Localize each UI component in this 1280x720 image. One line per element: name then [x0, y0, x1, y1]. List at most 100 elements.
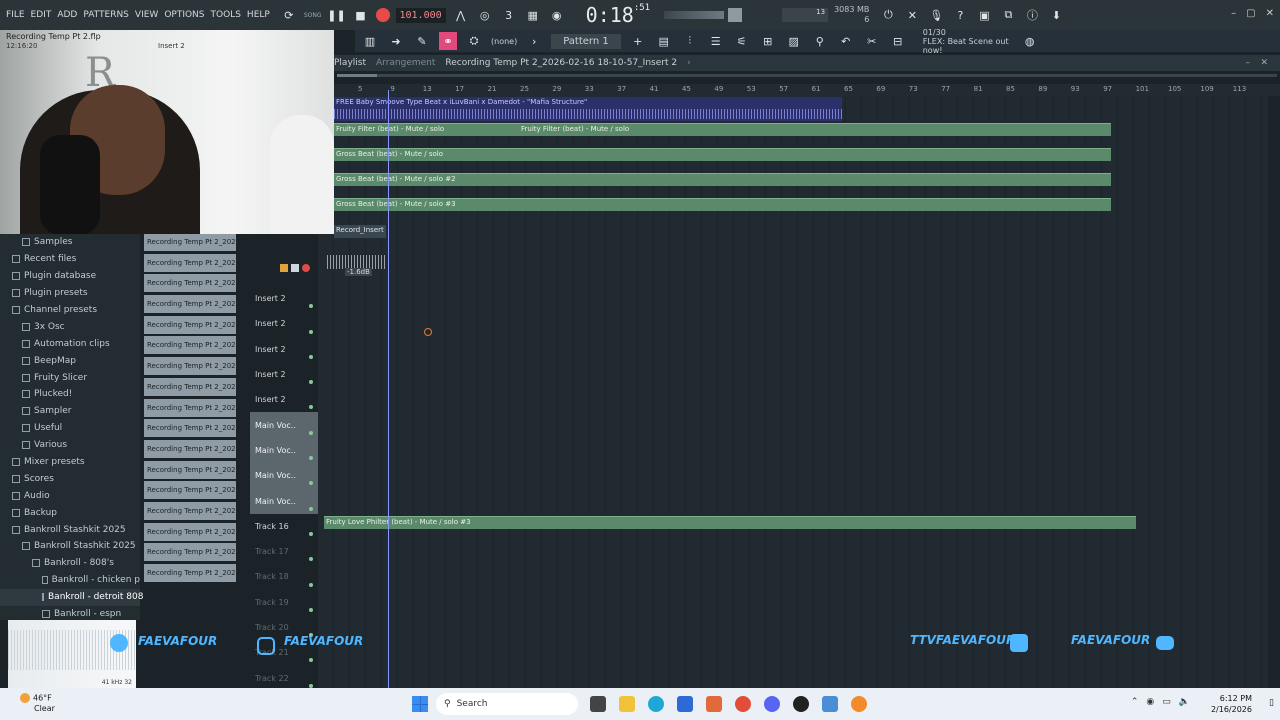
arm-record-icon[interactable] [302, 264, 310, 272]
power-icon[interactable]: ⏻ [879, 6, 897, 24]
notification-icon[interactable]: ▯ [1269, 698, 1274, 708]
fl-studio-icon[interactable] [851, 696, 867, 712]
browser-item[interactable]: Channel presets [0, 302, 140, 319]
file-explorer-icon[interactable] [619, 696, 635, 712]
add-pattern-icon[interactable]: + [629, 32, 647, 50]
track-header[interactable]: Insert 2 [250, 387, 318, 412]
channel-rack-icon[interactable]: ⫶ [681, 32, 699, 50]
playlist-mode[interactable]: Arrangement [376, 58, 435, 68]
track-header[interactable]: Insert 2 [250, 337, 318, 362]
clip-source-item[interactable]: Recording Temp Pt 2_202... [144, 315, 236, 334]
browser-item[interactable]: Backup [0, 504, 140, 521]
menu-help[interactable]: HELP [247, 10, 270, 20]
menu-tools[interactable]: TOOLS [211, 10, 241, 20]
track-header[interactable]: Insert 2 [250, 286, 318, 311]
clip-source-item[interactable]: Recording Temp Pt 2_202... [144, 460, 236, 479]
countdown-icon[interactable]: 3 [500, 6, 518, 24]
clip-source-item[interactable]: Recording Temp Pt 2_202... [144, 564, 236, 582]
track-header[interactable]: Track 19 [250, 590, 318, 615]
browser-item[interactable]: Automation clips [0, 335, 140, 352]
browser-item[interactable]: Fruity Slicer [0, 369, 140, 386]
speaker-icon[interactable] [291, 264, 299, 272]
track-header[interactable]: Track 16 [250, 514, 318, 539]
edge-icon[interactable] [648, 696, 664, 712]
playlist-close-icon[interactable]: ✕ [1260, 58, 1268, 68]
menu-file[interactable]: FILE [6, 10, 25, 20]
clip-source-item[interactable]: Recording Temp Pt 2_202... [144, 274, 236, 293]
chevron-up-icon[interactable]: ⌃ [1131, 697, 1139, 707]
audio-clip-beat[interactable]: FREE Baby Smoove Type Beat x iLuvBani x … [334, 97, 842, 121]
speaker-tray-icon[interactable]: 🔈 [1179, 697, 1190, 707]
clip-source-item[interactable]: Recording Temp Pt 2_202... [144, 357, 236, 376]
obs-icon[interactable] [793, 696, 809, 712]
microphone-icon[interactable]: 🎙 [927, 6, 945, 24]
track-active-led[interactable] [309, 531, 313, 536]
project-icon[interactable]: ▨ [785, 32, 803, 50]
automation-clip-gross-beat-3[interactable]: Gross Beat (beat) - Mute / solo #3 [334, 198, 1111, 211]
track-header[interactable]: Track 22 [250, 665, 318, 690]
clip-source-item[interactable]: Recording Temp Pt 2_202... [144, 398, 236, 417]
playlist-icon[interactable]: ▤ [655, 32, 673, 50]
master-volume-slider[interactable] [664, 11, 725, 19]
master-pitch-knob[interactable] [728, 8, 743, 22]
chrome-icon[interactable] [735, 696, 751, 712]
browser-item[interactable]: Bankroll Stashkit 2025 [0, 521, 140, 538]
browser-item[interactable]: Samples [0, 234, 140, 251]
mixer-icon[interactable]: ☰ [707, 32, 725, 50]
taskbar-clock[interactable]: 6:12 PM 2/16/2026 [1211, 693, 1252, 715]
track-active-led[interactable] [309, 329, 313, 334]
track-active-led[interactable] [309, 354, 313, 359]
save-icon[interactable]: ▣ [975, 6, 993, 24]
track-active-led[interactable] [309, 658, 313, 663]
browser-item[interactable]: Various [0, 437, 140, 454]
menu-add[interactable]: ADD [57, 10, 77, 20]
maximize-icon[interactable]: ▢ [1246, 8, 1255, 19]
track-active-led[interactable] [309, 607, 313, 612]
track-active-led[interactable] [309, 304, 313, 309]
clip-source-item[interactable]: Recording Temp Pt 2_202... [144, 522, 236, 541]
browser-item[interactable]: Mixer presets [0, 454, 140, 471]
step-edit-icon[interactable]: ▦ [524, 6, 542, 24]
track-active-led[interactable] [309, 557, 313, 562]
globe-icon[interactable]: ◍ [1021, 32, 1039, 50]
track-header[interactable]: Main Voc.. [250, 488, 318, 514]
clip-source-item[interactable]: Recording Temp Pt 2_202... [144, 501, 236, 520]
discord-icon[interactable] [764, 696, 780, 712]
browser-item[interactable]: Bankroll - 808's [0, 555, 140, 572]
browser-item[interactable]: Plucked! [0, 386, 140, 403]
track-header[interactable]: Insert 2 [250, 311, 318, 336]
menu-view[interactable]: VIEW [135, 10, 158, 20]
playhead[interactable] [388, 90, 389, 688]
browser-item[interactable]: Bankroll - chicken p [0, 572, 140, 589]
song-mode-toggle[interactable]: SONG [304, 12, 322, 19]
clip-source-item[interactable]: Recording Temp Pt 2_202... [144, 253, 236, 272]
stop-button[interactable]: ■ [352, 6, 370, 24]
browser-item[interactable]: Audio [0, 487, 140, 504]
metronome-icon[interactable]: ⋀ [452, 6, 470, 24]
minimize-icon[interactable]: – [1231, 8, 1236, 19]
menu-edit[interactable]: EDIT [31, 10, 52, 20]
close-icon[interactable]: ✕ [1266, 8, 1274, 19]
clip-source-item[interactable]: Recording Temp Pt 2_202... [144, 295, 236, 314]
menu-options[interactable]: OPTIONS [164, 10, 204, 20]
track-header[interactable]: Track 17 [250, 539, 318, 564]
track-active-led[interactable] [309, 430, 313, 435]
plug-icon[interactable]: ⚲ [811, 32, 829, 50]
clip-source-item[interactable]: Recording Temp Pt 2_202... [144, 377, 236, 396]
blend-notes-icon[interactable]: ◉ [548, 6, 566, 24]
track-active-led[interactable] [309, 405, 313, 410]
browser-icon[interactable]: ⊞ [759, 32, 777, 50]
tools-icon[interactable]: ✕ [903, 6, 921, 24]
scissors-icon[interactable]: ✂ [863, 32, 881, 50]
time-ruler[interactable]: 5 9 13 17 21 25 29 33 37 41 45 49 53 57 61 65 69 73 77 81 85… [334, 84, 1280, 96]
track-header[interactable]: Main Voc.. [250, 463, 318, 489]
automation-clip-love-philter[interactable]: Fruity Love Philter (beat) - Mute / solo… [324, 516, 1136, 529]
pause-button[interactable]: ❚❚ [327, 6, 345, 24]
weather-widget[interactable]: 46°F Clear [20, 693, 55, 714]
arrow-icon[interactable]: ➜ [387, 32, 405, 50]
clip-source-item[interactable]: Recording Temp Pt 2_202... [144, 481, 236, 500]
wait-icon[interactable]: ◎ [476, 6, 494, 24]
track-header[interactable]: Insert 2 [250, 362, 318, 387]
automation-clip-gross-beat-2[interactable]: Gross Beat (beat) - Mute / solo #2 [334, 173, 1111, 186]
tray-app-icon[interactable]: ◉ [1146, 697, 1154, 707]
